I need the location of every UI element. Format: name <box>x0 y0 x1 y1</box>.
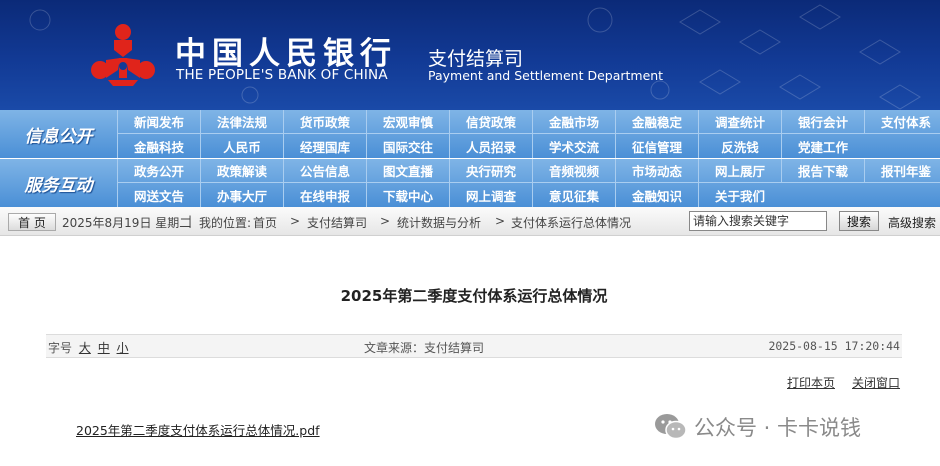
nav-item-service-11[interactable]: 办事大厅 <box>200 183 283 207</box>
font-size-large-link[interactable]: 大 <box>79 341 91 355</box>
main-navigation: 信息公开 新闻发布 法律法规 货币政策 宏观审慎 信贷政策 金融市场 金融稳定 调查统计 银行会… <box>0 110 940 207</box>
print-page-link[interactable]: 打印本页 <box>787 374 835 391</box>
breadcrumb-item-dept[interactable]: 支付结算司 <box>307 214 367 231</box>
nav-item-service-16[interactable]: 金融知识 <box>615 183 698 207</box>
article-source: 文章来源：支付结算司 <box>364 341 485 355</box>
nav-item-info-12[interactable]: 经理国库 <box>283 134 366 158</box>
article-meta-bar: 字号 大 中 小 文章来源：支付结算司 2025-08-15 17:20:44 <box>46 334 902 358</box>
nav-grid-service: 政务公开 政策解读 公告信息 图文直播 央行研究 音频视频 市场动态 网上展厅 报告下载 报刊年鉴… <box>117 159 940 207</box>
nav-item-service-1[interactable]: 政策解读 <box>200 159 283 183</box>
header-banner: 中国人民银行 THE PEOPLE'S BANK OF CHINA 支付结算司 … <box>0 0 940 110</box>
nav-row-label-info-public: 信息公开 <box>24 126 93 147</box>
nav-item-info-8[interactable]: 银行会计 <box>781 110 864 134</box>
article-date: 2025-08-15 17:20:44 <box>768 339 900 353</box>
breadcrumb-divider: | <box>188 214 193 228</box>
nav-row-info-public: 信息公开 新闻发布 法律法规 货币政策 宏观审慎 信贷政策 金融市场 金融稳定 调查统计 银行会… <box>0 110 940 158</box>
department-name-en: Payment and Settlement Department <box>428 68 664 83</box>
nav-item-info-5[interactable]: 金融市场 <box>532 110 615 134</box>
nav-item-service-6[interactable]: 市场动态 <box>615 159 698 183</box>
wechat-icon <box>655 414 687 440</box>
watermark: 公众号 · 卡卡说钱 <box>654 411 861 443</box>
nav-item-service-0[interactable]: 政务公开 <box>117 159 200 183</box>
nav-row-label-service: 服务互动 <box>24 175 93 196</box>
nav-item-info-17[interactable]: 反洗钱 <box>698 134 781 158</box>
nav-item-info-7[interactable]: 调查统计 <box>698 110 781 134</box>
close-window-link[interactable]: 关闭窗口 <box>852 374 900 391</box>
breadcrumb-separator: > <box>380 214 391 228</box>
nav-item-info-13[interactable]: 国际交往 <box>366 134 449 158</box>
nav-item-service-13[interactable]: 下载中心 <box>366 183 449 207</box>
nav-item-info-16[interactable]: 征信管理 <box>615 134 698 158</box>
font-size-label: 字号 <box>48 341 73 355</box>
breadcrumb-separator: > <box>495 214 506 228</box>
nav-item-info-15[interactable]: 学术交流 <box>532 134 615 158</box>
nav-item-info-10[interactable]: 金融科技 <box>117 134 200 158</box>
nav-row-service: 服务互动 政务公开 政策解读 公告信息 图文直播 央行研究 音频视频 市场动态 网上展厅 报告下… <box>0 159 940 207</box>
breadcrumb-item-stats[interactable]: 统计数据与分析 <box>397 214 481 231</box>
breadcrumb-separator: > <box>290 214 301 228</box>
nav-item-info-0[interactable]: 新闻发布 <box>117 110 200 134</box>
article-content: 2025年第二季度支付体系运行总体情况 字号 大 中 小 文章来源：支付结算司 … <box>0 237 940 466</box>
nav-item-service-15[interactable]: 意见征集 <box>532 183 615 207</box>
nav-item-service-2[interactable]: 公告信息 <box>283 159 366 183</box>
nav-item-service-9[interactable]: 报刊年鉴 <box>864 159 940 183</box>
search-button[interactable]: 搜索 <box>839 211 879 231</box>
nav-item-service-12[interactable]: 在线申报 <box>283 183 366 207</box>
breadcrumb-item-current[interactable]: 支付体系运行总体情况 <box>511 214 631 231</box>
nav-item-info-6[interactable]: 金融稳定 <box>615 110 698 134</box>
font-size-controls: 字号 大 中 小 <box>48 339 129 356</box>
nav-item-info-4[interactable]: 信贷政策 <box>449 110 532 134</box>
nav-item-info-1[interactable]: 法律法规 <box>200 110 283 134</box>
watermark-text: 公众号 · 卡卡说钱 <box>694 416 862 440</box>
breadcrumb-item-home[interactable]: 首页 <box>253 214 277 231</box>
font-size-medium-link[interactable]: 中 <box>98 341 110 355</box>
current-date: 2025年8月19日 星期二 <box>62 216 192 230</box>
nav-item-info-11[interactable]: 人民币 <box>200 134 283 158</box>
breadcrumb-bar: 首 页 2025年8月19日 星期二 | 我的位置: 首页 > 支付结算司 > … <box>0 207 940 236</box>
bank-name-en: THE PEOPLE'S BANK OF CHINA <box>176 67 388 83</box>
nav-item-service-5[interactable]: 音频视频 <box>532 159 615 183</box>
nav-item-info-3[interactable]: 宏观审慎 <box>366 110 449 134</box>
nav-item-service-8[interactable]: 报告下载 <box>781 159 864 183</box>
home-button[interactable]: 首 页 <box>8 213 56 231</box>
nav-item-service-14[interactable]: 网上调查 <box>449 183 532 207</box>
pboc-emblem-icon <box>91 24 155 86</box>
font-size-small-link[interactable]: 小 <box>117 341 129 355</box>
article-title: 2025年第二季度支付体系运行总体情况 <box>340 287 608 305</box>
nav-grid-info-public: 新闻发布 法律法规 货币政策 宏观审慎 信贷政策 金融市场 金融稳定 调查统计 银行会计 支付体系… <box>117 110 940 158</box>
department-name-cn: 支付结算司 <box>428 48 524 70</box>
pdf-attachment-link[interactable]: 2025年第二季度支付体系运行总体情况.pdf <box>76 420 320 439</box>
location-label: 我的位置: <box>199 216 252 230</box>
nav-item-service-4[interactable]: 央行研究 <box>449 159 532 183</box>
nav-item-service-10[interactable]: 网送文告 <box>117 183 200 207</box>
nav-item-info-18[interactable]: 党建工作 <box>781 134 864 158</box>
nav-item-info-14[interactable]: 人员招录 <box>449 134 532 158</box>
search-input[interactable] <box>689 211 827 231</box>
nav-item-service-3[interactable]: 图文直播 <box>366 159 449 183</box>
nav-item-info-2[interactable]: 货币政策 <box>283 110 366 134</box>
nav-item-service-7[interactable]: 网上展厅 <box>698 159 781 183</box>
nav-item-info-9[interactable]: 支付体系 <box>864 110 940 134</box>
nav-item-service-17[interactable]: 关于我们 <box>698 183 781 207</box>
advanced-search-link[interactable]: 高级搜索 <box>888 214 936 231</box>
